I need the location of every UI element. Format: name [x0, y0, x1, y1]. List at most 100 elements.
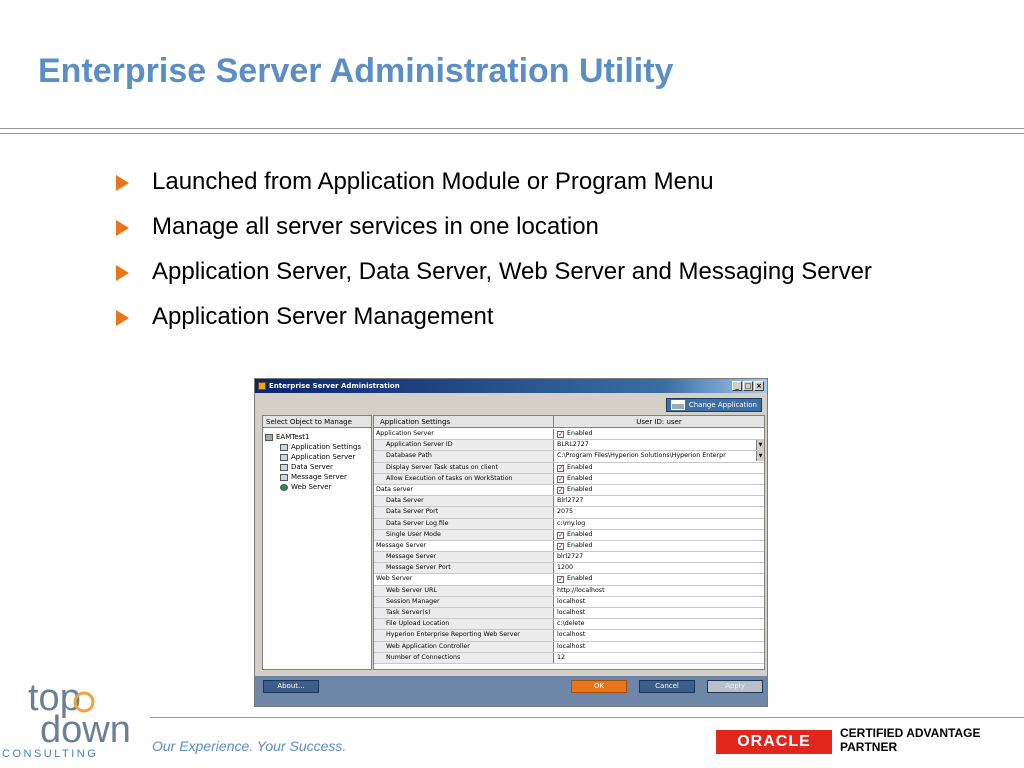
- dropdown-arrow-icon[interactable]: ▼: [756, 451, 764, 462]
- setting-value[interactable]: ✓ Enabled: [554, 429, 764, 439]
- setting-label: Message Server Port: [374, 563, 554, 574]
- setting-value[interactable]: localhost: [554, 608, 764, 618]
- maximize-button[interactable]: □: [743, 381, 753, 391]
- setting-label: Allow Execution of tasks on WorkStation: [374, 473, 554, 484]
- setting-value[interactable]: 1200: [554, 563, 764, 573]
- setting-value[interactable]: ✓ Enabled: [554, 474, 764, 484]
- settings-row[interactable]: Hyperion Enterprise Reporting Web Server…: [374, 630, 764, 642]
- settings-row[interactable]: Data Server Port 2075: [374, 507, 764, 519]
- tree-item-data-server[interactable]: Data Server: [265, 462, 371, 472]
- setting-label: Task Server(s): [374, 608, 554, 619]
- setting-value-text: localhost: [557, 609, 586, 616]
- settings-section-row[interactable]: Web Server ✓ Enabled: [374, 574, 764, 586]
- checkbox-icon[interactable]: ✓: [557, 486, 564, 494]
- computer-icon: [265, 433, 273, 441]
- checkbox-icon[interactable]: ✓: [557, 542, 564, 550]
- setting-value-text: c:\my.log: [557, 519, 586, 527]
- setting-value[interactable]: ✓ Enabled: [554, 541, 764, 551]
- bullet-arrow-icon: [116, 265, 129, 281]
- settings-row[interactable]: Web Application Controller localhost: [374, 641, 764, 653]
- setting-label: Data Server Log file: [374, 518, 554, 529]
- globe-icon: [280, 483, 288, 491]
- settings-row[interactable]: Display Server Task status on client ✓ Ena…: [374, 462, 764, 474]
- setting-value[interactable]: localhost: [554, 597, 764, 607]
- dropdown-arrow-icon[interactable]: ▼: [756, 440, 764, 451]
- cancel-button[interactable]: Cancel: [639, 680, 695, 693]
- settings-tab-label: Application Settings: [374, 416, 554, 427]
- tree-item-message-server[interactable]: Message Server: [265, 472, 371, 482]
- title-divider-second: [0, 133, 1024, 134]
- tree-item-application-settings[interactable]: Application Settings: [265, 442, 371, 452]
- setting-value[interactable]: localhost: [554, 642, 764, 652]
- settings-section-row[interactable]: Message Server ✓ Enabled: [374, 540, 764, 553]
- apply-button[interactable]: Apply: [707, 680, 763, 693]
- tree-root[interactable]: EAMTest1: [265, 432, 371, 442]
- settings-row[interactable]: Session Manager localhost: [374, 596, 764, 608]
- settings-row[interactable]: Allow Execution of tasks on WorkStation ✓…: [374, 473, 764, 485]
- setting-value-text: Enabled: [567, 463, 593, 471]
- settings-section-row[interactable]: Application Server ✓ Enabled: [374, 429, 764, 441]
- checkbox-icon[interactable]: ✓: [557, 464, 564, 472]
- checkbox-icon[interactable]: ✓: [557, 475, 564, 483]
- setting-value-text: localhost: [557, 642, 586, 650]
- setting-value[interactable]: Blrl2727: [554, 496, 764, 506]
- setting-value[interactable]: blrl2727: [554, 552, 764, 562]
- message-icon: [280, 473, 288, 481]
- settings-row[interactable]: Data Server Log file c:\my.log: [374, 518, 764, 530]
- settings-row[interactable]: File Upload Location c:\delete: [374, 619, 764, 631]
- setting-value[interactable]: http://localhost: [554, 586, 764, 596]
- setting-value[interactable]: ✓ Enabled: [554, 485, 764, 495]
- setting-value-text: C:\Program Files\Hyperion Solutions\Hype…: [557, 452, 726, 460]
- setting-value[interactable]: localhost: [554, 630, 764, 640]
- object-tree: EAMTest1 Application Settings Applicatio…: [263, 428, 371, 492]
- setting-value[interactable]: 12: [554, 653, 764, 663]
- minimize-button[interactable]: _: [732, 381, 742, 391]
- change-application-button[interactable]: Change Application: [665, 398, 762, 412]
- setting-value[interactable]: c:\delete: [554, 619, 764, 629]
- setting-label: Web Application Controller: [374, 641, 554, 652]
- partner-line-1: CERTIFIED ADVANTAGE: [840, 726, 981, 740]
- settings-row[interactable]: Number of Connections 12: [374, 652, 764, 664]
- settings-row[interactable]: Message Server Port 1200: [374, 563, 764, 575]
- setting-value[interactable]: ✓ Enabled: [554, 530, 764, 540]
- setting-value-text: localhost: [557, 597, 586, 605]
- tree-header: Select Object to Manage: [263, 416, 371, 428]
- settings-row[interactable]: Database Path C:\Program Files\Hyperion S…: [374, 451, 764, 463]
- setting-value[interactable]: c:\my.log: [554, 519, 764, 529]
- setting-value[interactable]: ✓ Enabled: [554, 574, 764, 584]
- settings-section-row[interactable]: Data server ✓ Enabled: [374, 484, 764, 497]
- window-titlebar[interactable]: Enterprise Server Administration _ □ ×: [255, 379, 767, 393]
- bullet-item: Manage all server services in one locati…: [116, 211, 936, 243]
- checkbox-icon[interactable]: ✓: [557, 576, 564, 584]
- setting-label: Message Server: [374, 540, 554, 552]
- setting-value-text: Enabled: [567, 575, 593, 583]
- setting-value[interactable]: 2075: [554, 507, 764, 517]
- settings-row[interactable]: Message Server blrl2727: [374, 552, 764, 564]
- settings-row[interactable]: Data Server Blrl2727: [374, 496, 764, 508]
- dialog-button-bar: About... OK Cancel Apply: [255, 676, 767, 706]
- setting-label: Web Server: [374, 574, 554, 585]
- about-button[interactable]: About...: [263, 680, 319, 693]
- setting-value[interactable]: BLRL2727 ▼: [554, 440, 764, 451]
- bullet-item: Application Server, Data Server, Web Ser…: [116, 256, 936, 288]
- ok-button[interactable]: OK: [571, 680, 627, 693]
- setting-value[interactable]: C:\Program Files\Hyperion Solutions\Hype…: [554, 451, 764, 462]
- tree-item-application-server[interactable]: Application Server: [265, 452, 371, 462]
- setting-label: Data Server Port: [374, 507, 554, 518]
- settings-row[interactable]: Task Server(s) localhost: [374, 608, 764, 620]
- slide-title: Enterprise Server Administration Utility: [38, 52, 674, 90]
- settings-row[interactable]: Web Server URL http://localhost: [374, 585, 764, 597]
- partner-badge: CERTIFIED ADVANTAGE PARTNER: [840, 726, 980, 754]
- setting-label: Database Path: [374, 451, 554, 462]
- setting-value-text: http://localhost: [557, 586, 605, 594]
- settings-row[interactable]: Application Server ID BLRL2727 ▼: [374, 440, 764, 452]
- tree-item-web-server[interactable]: Web Server: [265, 482, 371, 492]
- application-icon: [670, 400, 685, 410]
- server-icon: [280, 453, 288, 461]
- checkbox-icon[interactable]: ✓: [557, 531, 564, 539]
- close-button[interactable]: ×: [754, 381, 764, 391]
- setting-value[interactable]: ✓ Enabled: [554, 463, 764, 473]
- app-window-screenshot: Enterprise Server Administration _ □ × C…: [254, 378, 768, 707]
- settings-row[interactable]: Single User Mode ✓ Enabled: [374, 529, 764, 541]
- checkbox-icon[interactable]: ✓: [557, 431, 564, 438]
